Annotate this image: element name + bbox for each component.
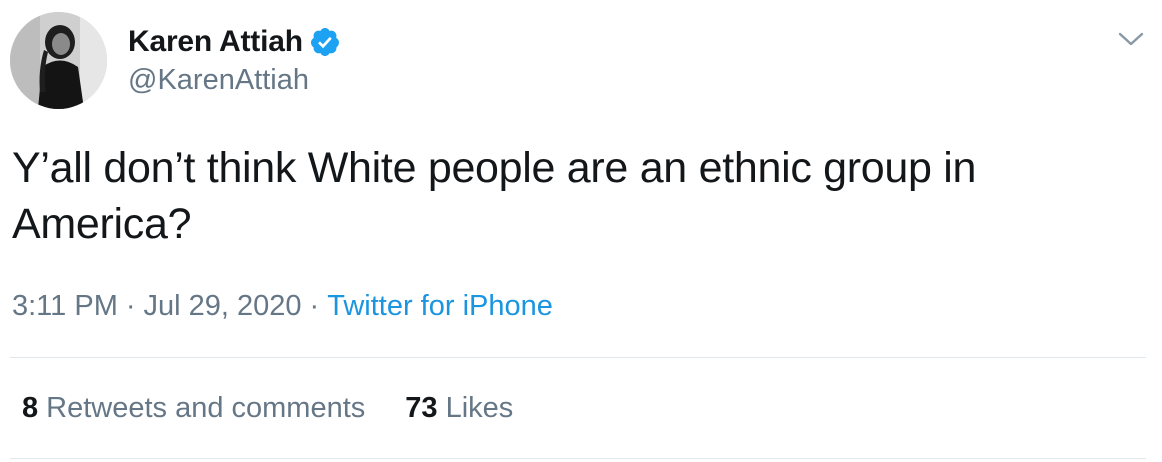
tweet-time[interactable]: 3:11 PM [12, 290, 118, 322]
likes-label: Likes [445, 392, 514, 424]
meta-separator: · [125, 290, 136, 322]
author-handle[interactable]: @KarenAttiah [128, 64, 309, 97]
tweet-stats: 8 Retweets and comments 73 Likes [22, 392, 513, 425]
chevron-down-icon[interactable] [1116, 24, 1146, 54]
divider [10, 458, 1146, 459]
tweet-text: Y’all don’t think White people are an et… [12, 144, 977, 248]
author-name-row: Karen Attiah [128, 22, 341, 62]
divider [10, 357, 1146, 358]
meta-separator: · [309, 290, 320, 322]
avatar[interactable] [10, 12, 107, 109]
retweets-count: 8 [22, 392, 39, 424]
retweets-label: Retweets and comments [46, 392, 366, 424]
retweets-stat[interactable]: 8 Retweets and comments [22, 392, 365, 425]
tweet-date[interactable]: Jul 29, 2020 [144, 290, 302, 322]
verified-badge-icon [309, 26, 341, 58]
tweet-card: Karen Attiah @KarenAttiah Y’all don’t th… [0, 0, 1162, 462]
likes-count: 73 [405, 392, 438, 424]
author-display-name[interactable]: Karen Attiah [128, 25, 303, 59]
likes-stat[interactable]: 73 Likes [405, 392, 513, 425]
tweet-source-link[interactable]: Twitter for iPhone [327, 290, 553, 322]
tweet-metadata: 3:11 PM · Jul 29, 2020 · Twitter for iPhone [12, 290, 553, 323]
